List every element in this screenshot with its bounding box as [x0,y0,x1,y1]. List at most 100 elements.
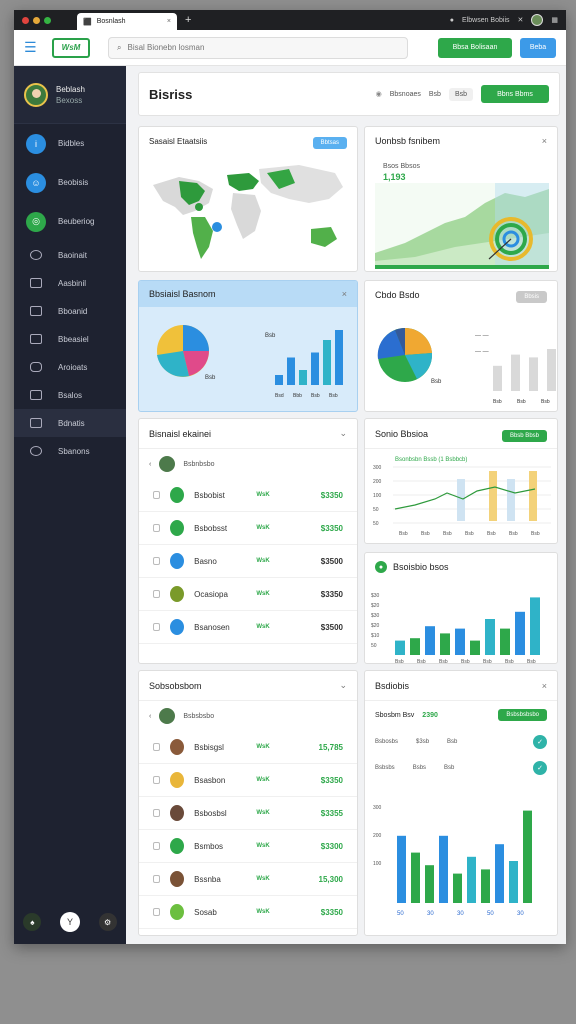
x-tick-label: Bsd [275,393,284,399]
combo-button[interactable]: Bbsb Bbsb [501,429,547,442]
x-tick-label: Bsb [505,659,514,664]
row-checkbox[interactable] [153,524,161,532]
primary-header-button[interactable]: Bbsa Bolisaan [438,37,512,58]
pie2-legend-2: — — [475,349,489,355]
close-icon[interactable]: ✕ [518,16,524,24]
area-card-title: Uonbsb fsnibem [375,136,441,146]
new-tab-icon[interactable]: + [185,14,191,26]
sidebar-item-0[interactable]: i Bidbles [14,124,126,163]
pie2-title: Cbdo Bsdo [375,290,420,300]
row-checkbox[interactable] [153,842,161,850]
search-input[interactable] [127,43,399,52]
search-bar[interactable]: ⌕ [108,36,408,59]
bar [411,852,420,903]
close-window-icon[interactable] [22,16,29,24]
leaf-icon[interactable]: ♠ [23,913,42,931]
maximize-window-icon[interactable] [44,16,51,24]
sidebar-item-label: Bboanid [58,306,88,316]
row-amount: 15,300 [318,874,343,884]
world-map [153,165,343,259]
chip-2[interactable]: Bsb [448,87,473,101]
y-tick-label: $20 [371,623,380,629]
row-checkbox[interactable] [153,590,161,598]
row-badge: WsK [256,810,270,816]
chevron-down-icon[interactable]: ⌄ [339,680,347,691]
browser-avatar[interactable] [531,14,544,26]
list-item[interactable]: Bsanosen WsK $3500 [139,611,357,644]
list-item[interactable]: Bssnba WsK 15,300 [139,863,357,896]
bar [495,844,504,903]
list-item[interactable]: Sosab WsK $3350 [139,896,357,929]
topcard-action-button[interactable]: Bbns Bbms [481,85,549,103]
sidebar-item-6[interactable]: Bbeasiel [14,325,126,353]
list2-subrow: ‹ Bsbsbsbo [139,701,357,731]
bar [500,628,510,655]
list-item[interactable]: Ocasiopa WsK $3350 [139,578,357,611]
sidebar-item-2[interactable]: ◎ Beuberiog [14,202,126,241]
list-item[interactable]: Bsasbon WsK $3350 [139,764,357,797]
row-checkbox[interactable] [153,908,161,916]
row-checkbox[interactable] [153,623,161,631]
bar2-row2-c: Bsb [444,765,455,771]
pie-bar-chart-2: Bsb — — — — Bsb Bsb Bsb [377,327,556,405]
row-checkbox[interactable] [153,809,161,817]
pie2-button[interactable]: Bbsis [516,291,547,303]
status-icon[interactable]: ✓ [533,735,547,749]
row-checkbox[interactable] [153,491,161,499]
row-checkbox[interactable] [153,875,161,883]
list-item[interactable]: Bsmbos WsK $3300 [139,830,357,863]
row-checkbox[interactable] [153,557,161,565]
logo[interactable]: WsM [52,37,90,58]
sidebar-item-8[interactable]: Bsalos [14,381,126,409]
pie-bar-chart-1: Bsb Bsb Bsd Bbb Bsb Bsb [157,325,343,399]
close-icon[interactable]: × [542,681,547,691]
combo-legend: Bsonbsbn Bssb (1 Bsbbcb) [395,457,467,463]
sidebar-item-label: Bsalos [58,390,83,400]
close-icon[interactable]: × [542,136,547,146]
settings-icon[interactable]: ⚙ [98,913,117,931]
sidebar-item-5[interactable]: Bboanid [14,297,126,325]
back-icon[interactable]: ‹ [149,713,151,720]
sidebar-item-3[interactable]: Baoinait [14,241,126,269]
sidebar-item-7[interactable]: Aroioats [14,353,126,381]
sidebar-item-9[interactable]: Bdnatis [14,409,126,437]
bar [275,375,283,385]
list-item[interactable]: Bsbobsst WsK $3350 [139,512,357,545]
area-stat-label: Bsos Bbsos [383,163,420,170]
bar2-button[interactable]: Bsbsbsbsbo [498,709,547,721]
sidebar-item-1[interactable]: ☺ Beobisis [14,163,126,202]
bar2-row1-a: Bsbosbs [375,739,399,745]
grid-icon[interactable]: ▦ [551,16,558,24]
secondary-header-button[interactable]: Beba [520,37,556,58]
sidebar-item-10[interactable]: Sbanons [14,437,126,465]
profile-dot-icon[interactable]: ● [450,17,454,24]
x-tick-label: Bsb [465,531,474,537]
calendar-icon [30,334,42,344]
list-item[interactable]: Bsbosbsl WsK $3355 [139,797,357,830]
x-tick-label: Bbb [293,393,302,399]
bar2-stat-label: Sbosbm Bsv [375,711,415,719]
list-item[interactable]: Bsbobist WsK $3350 [139,479,357,512]
sidebar-user[interactable]: Beblash Bexoss [14,66,126,124]
tab-close-icon[interactable]: × [167,18,171,25]
row-checkbox[interactable] [153,776,161,784]
y-tick-label: 50 [373,521,379,527]
row-badge: WsK [256,777,270,783]
row-checkbox[interactable] [153,743,161,751]
expand-icon[interactable]: Y [59,912,80,932]
back-icon[interactable]: ‹ [149,461,151,468]
minimize-window-icon[interactable] [33,16,40,24]
browser-tab[interactable]: ⬛ Bosnlash × [77,13,177,30]
list-item[interactable]: Basno WsK $3500 [139,545,357,578]
menu-icon[interactable]: ☰ [24,39,42,56]
pie1-header: Bbsiaisl Basnom × [139,281,357,307]
list-item[interactable]: Bsbisgsl WsK 15,785 [139,731,357,764]
status-icon[interactable]: ✓ [533,761,547,775]
map-card-button[interactable]: Bbtsas [312,137,347,149]
chevron-down-icon[interactable]: ⌄ [339,428,347,439]
chip-1[interactable]: Bsb [429,91,441,98]
close-icon[interactable]: × [342,289,347,299]
sidebar-item-4[interactable]: Aasbinil [14,269,126,297]
doc-icon [30,418,42,428]
transactions-list-2: Sobsobsbom ⌄ ‹ Bsbsbsbo Bsbisgsl WsK 15,78… [138,670,358,936]
